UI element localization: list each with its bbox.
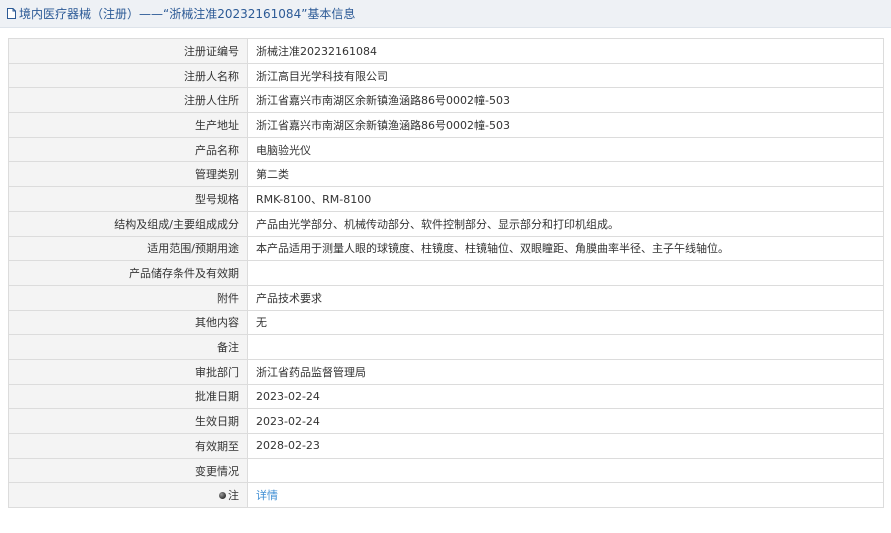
row-value: 2023-02-24 [247,383,884,410]
table-row: 型号规格 RMK-8100、RM-8100 [8,186,884,212]
row-value: 本产品适用于测量人眼的球镜度、柱镜度、柱镜轴位、双眼瞳距、角膜曲率半径、主子午线… [247,235,884,262]
page-header: 境内医疗器械（注册）——“浙械注准20232161084”基本信息 [0,0,891,28]
table-row: 适用范围/预期用途 本产品适用于测量人眼的球镜度、柱镜度、柱镜轴位、双眼瞳距、角… [8,235,884,262]
row-label: 注册人名称 [8,62,248,89]
table-row: 批准日期 2023-02-24 [8,383,884,410]
row-value: 无 [247,309,884,336]
row-value: 第二类 [247,161,884,188]
table-row: 有效期至 2028-02-23 [8,433,884,459]
table-row: 产品名称 电脑验光仪 [8,136,884,163]
row-value: 浙江省嘉兴市南湖区余新镇渔涵路86号0002幢-503 [247,87,884,114]
row-label: 生产地址 [8,112,248,138]
row-value: 产品由光学部分、机械传动部分、软件控制部分、显示部分和打印机组成。 [247,210,884,237]
table-row-note: 注 详情 [8,482,884,509]
row-label: 批准日期 [8,383,248,410]
table-row: 变更情况 [8,457,884,484]
row-value: 2028-02-23 [247,433,884,459]
row-label: 管理类别 [8,161,248,188]
table-row: 管理类别 第二类 [8,161,884,188]
table-row: 生产地址 浙江省嘉兴市南湖区余新镇渔涵路86号0002幢-503 [8,112,884,138]
note-label-cell: 注 [8,482,248,509]
row-label: 产品名称 [8,136,248,163]
row-label: 审批部门 [8,358,248,385]
row-label: 其他内容 [8,309,248,336]
row-label: 结构及组成/主要组成成分 [8,210,248,237]
page-title: 境内医疗器械（注册）——“浙械注准20232161084”基本信息 [19,7,356,21]
row-label: 备注 [8,334,248,360]
row-label: 附件 [8,284,248,311]
row-value: 产品技术要求 [247,284,884,311]
row-value [247,334,884,360]
row-label: 注册证编号 [8,38,248,64]
row-label: 生效日期 [8,408,248,434]
row-value: 浙江高目光学科技有限公司 [247,62,884,89]
table-row: 其他内容 无 [8,309,884,336]
row-label: 有效期至 [8,433,248,459]
row-value: RMK-8100、RM-8100 [247,186,884,212]
row-label: 注册人住所 [8,87,248,114]
document-icon [7,8,16,19]
table-row: 注册人住所 浙江省嘉兴市南湖区余新镇渔涵路86号0002幢-503 [8,87,884,114]
row-label: 产品储存条件及有效期 [8,260,248,286]
row-value: 2023-02-24 [247,408,884,434]
row-value [247,457,884,484]
row-value: 电脑验光仪 [247,136,884,163]
table-row: 结构及组成/主要组成成分 产品由光学部分、机械传动部分、软件控制部分、显示部分和… [8,210,884,237]
row-value [247,260,884,286]
table-row: 备注 [8,334,884,360]
table-row: 生效日期 2023-02-24 [8,408,884,434]
row-label: 适用范围/预期用途 [8,235,248,262]
row-label: 变更情况 [8,457,248,484]
row-value: 浙械注准20232161084 [247,38,884,64]
info-table: 注册证编号 浙械注准20232161084 注册人名称 浙江高目光学科技有限公司… [8,38,884,509]
table-row: 注册人名称 浙江高目光学科技有限公司 [8,62,884,89]
table-row: 审批部门 浙江省药品监督管理局 [8,358,884,385]
row-value: 浙江省药品监督管理局 [247,358,884,385]
note-bullet-icon [219,491,226,499]
note-value-cell: 详情 [247,482,884,509]
row-value: 浙江省嘉兴市南湖区余新镇渔涵路86号0002幢-503 [247,112,884,138]
note-label: 注 [228,489,239,503]
row-label: 型号规格 [8,186,248,212]
table-row: 附件 产品技术要求 [8,284,884,311]
table-row: 产品储存条件及有效期 [8,260,884,286]
table-row: 注册证编号 浙械注准20232161084 [8,38,884,64]
details-link[interactable]: 详情 [256,489,278,502]
